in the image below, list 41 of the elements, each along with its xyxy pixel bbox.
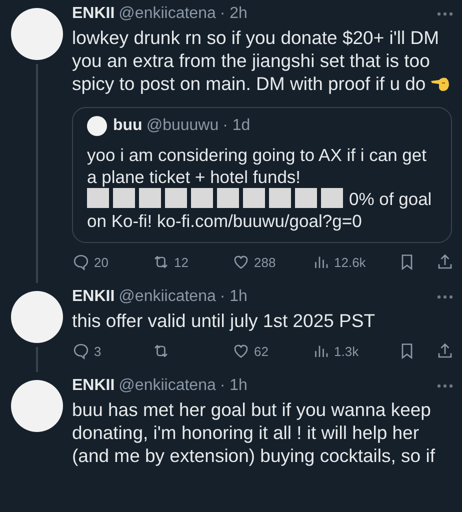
- more-icon[interactable]: [436, 12, 454, 16]
- quoted-post-card[interactable]: buu @buuuwu · 1d yoo i am considering going to AX if i can get a plane ticket + hotel funds! 0% of goal on Ko-fi! ko-fi.com/buuwu/goal?g=0: [72, 107, 452, 243]
- repost-icon: [152, 253, 170, 271]
- tweet-text: buu has met her goal but if you wanna keep donating, i'm honoring it all ! it will help her (and me by extension) buying cocktails, so if: [72, 399, 435, 466]
- timestamp: · 1d: [222, 116, 250, 136]
- handle[interactable]: @enkiicatena: [118, 287, 216, 307]
- repost-button[interactable]: 12: [152, 253, 232, 271]
- display-name: buu: [113, 116, 142, 136]
- display-name[interactable]: ENKII: [72, 287, 115, 307]
- quoted-text: 0% of goal: [349, 189, 432, 209]
- repost-icon: [152, 342, 170, 360]
- handle: @buuuwu: [146, 116, 219, 136]
- handle[interactable]: @enkiicatena: [118, 4, 216, 24]
- avatar[interactable]: [11, 8, 63, 60]
- timestamp[interactable]: · 2h: [220, 4, 248, 24]
- reply-icon: [72, 253, 90, 271]
- like-button[interactable]: 62: [232, 342, 312, 360]
- handle[interactable]: @enkiicatena: [118, 376, 216, 396]
- heart-icon: [232, 342, 250, 360]
- display-name[interactable]: ENKII: [72, 376, 115, 396]
- reply-button[interactable]: 3: [72, 342, 152, 360]
- share-icon[interactable]: [436, 342, 454, 360]
- reply-button[interactable]: 20: [72, 253, 152, 271]
- avatar[interactable]: [87, 116, 107, 136]
- quoted-text: yoo i am considering going to AX if i can get a plane ticket + hotel funds!: [87, 144, 428, 188]
- like-button[interactable]: 288: [232, 253, 312, 271]
- views-button[interactable]: 1.3k: [312, 342, 392, 360]
- reply-icon: [72, 342, 90, 360]
- timestamp[interactable]: · 1h: [220, 287, 248, 307]
- more-icon[interactable]: [436, 384, 454, 388]
- more-icon[interactable]: [436, 295, 454, 299]
- quoted-text: on Ko-fi! ko-fi.com/buuwu/goal?g=0: [87, 210, 363, 232]
- avatar[interactable]: [11, 380, 63, 432]
- tweet-text: this offer valid until july 1st 2025 PST: [72, 310, 376, 331]
- heart-icon: [232, 253, 250, 271]
- avatar[interactable]: [11, 291, 63, 343]
- views-button[interactable]: 12.6k: [312, 253, 392, 271]
- share-icon[interactable]: [436, 253, 454, 271]
- timestamp[interactable]: · 1h: [220, 376, 248, 396]
- tweet-text: lowkey drunk rn so if you donate $20+ i'll DM you an extra from the jiangshi set that is too spicy to post on main. DM with proof if u do: [72, 27, 440, 94]
- display-name[interactable]: ENKII: [72, 4, 115, 24]
